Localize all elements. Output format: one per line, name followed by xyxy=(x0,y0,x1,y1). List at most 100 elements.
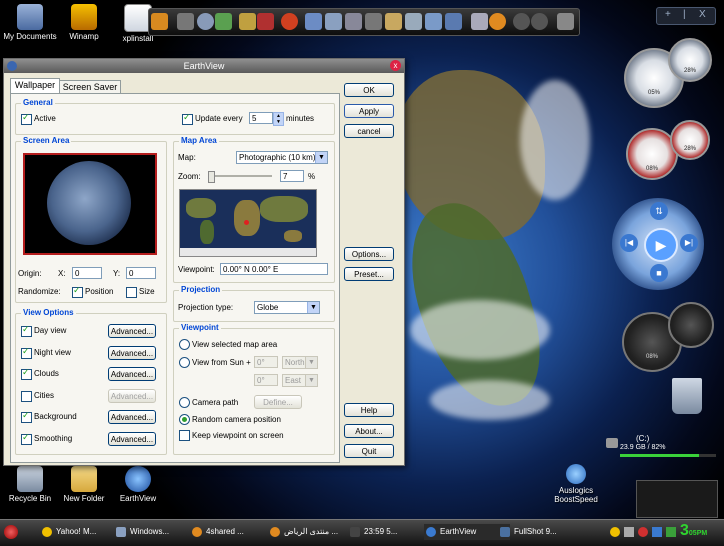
taskbar-item-forum[interactable]: منتدى الرياض ... xyxy=(268,524,360,540)
dock-film-icon[interactable] xyxy=(177,13,194,30)
taskbar-clock[interactable]: 305PM xyxy=(680,522,707,540)
taskbar-item-media[interactable]: 23:59 5... xyxy=(348,524,436,540)
dock-screen-icon[interactable] xyxy=(471,13,488,30)
dock-folder-icon[interactable] xyxy=(385,13,402,30)
recycle-bin-gadget[interactable] xyxy=(672,378,702,414)
origin-x-input[interactable]: 0 xyxy=(72,267,102,279)
cancel-button[interactable]: cancel xyxy=(344,124,394,138)
dock-grid-icon[interactable] xyxy=(445,13,462,30)
dock-tools-icon[interactable] xyxy=(365,13,382,30)
projection-type-select[interactable]: Globe ▼ xyxy=(254,301,320,314)
smoothing-advanced-button[interactable]: Advanced... xyxy=(108,432,156,446)
help-button[interactable]: Help xyxy=(344,403,394,417)
tray-network-icon[interactable] xyxy=(652,527,662,537)
world-map[interactable] xyxy=(179,189,317,257)
randomize-position-checkbox[interactable] xyxy=(72,285,83,298)
tab-screen-saver[interactable]: Screen Saver xyxy=(59,80,121,94)
day-view-checkbox[interactable] xyxy=(21,324,32,337)
desktop-icon-winamp[interactable]: Winamp xyxy=(54,4,114,41)
desktop-icon-earthview[interactable]: EarthView xyxy=(108,466,168,503)
taskbar-item-windows[interactable]: Windows... xyxy=(114,524,200,540)
define-camera-path-button[interactable]: Define... xyxy=(254,395,302,409)
dock-power-icon[interactable] xyxy=(513,13,530,30)
add-gadget-button[interactable]: + xyxy=(665,9,671,20)
apply-button[interactable]: Apply xyxy=(344,104,394,118)
smoothing-checkbox[interactable] xyxy=(21,432,32,445)
tray-app-icon[interactable] xyxy=(666,527,676,537)
shuffle-icon[interactable]: ⇅ xyxy=(650,202,668,220)
preset-button[interactable]: Preset... xyxy=(344,267,394,281)
desktop-icon-auslogics[interactable]: Auslogics BoostSpeed xyxy=(546,464,606,504)
sun-latitude-direction-select[interactable]: North ▼ xyxy=(282,356,318,369)
view-selected-radio[interactable] xyxy=(179,339,190,350)
clouds-advanced-button[interactable]: Advanced... xyxy=(108,367,156,381)
drive-info: 23.9 GB / 82% xyxy=(620,444,666,451)
about-button[interactable]: About... xyxy=(344,424,394,438)
ok-button[interactable]: OK xyxy=(344,83,394,97)
sun-latitude-input[interactable]: 0° xyxy=(254,356,278,368)
dock-cd-icon[interactable] xyxy=(281,13,298,30)
origin-y-input[interactable]: 0 xyxy=(126,267,156,279)
zoom-slider-track[interactable] xyxy=(208,171,272,183)
cities-checkbox[interactable] xyxy=(21,391,32,402)
dock-photo-icon[interactable] xyxy=(215,13,232,30)
dock-arrow-icon[interactable] xyxy=(151,13,168,30)
sun-longitude-direction-select[interactable]: East ▼ xyxy=(282,374,318,387)
night-view-checkbox[interactable] xyxy=(21,346,32,359)
night-view-advanced-button[interactable]: Advanced... xyxy=(108,346,156,360)
zoom-input[interactable]: 7 xyxy=(280,170,304,182)
close-button[interactable]: x xyxy=(390,60,401,71)
dock-settings-icon[interactable] xyxy=(345,13,362,30)
start-button[interactable] xyxy=(4,525,18,539)
desktop-icon-recycle-bin[interactable]: Recycle Bin xyxy=(0,466,60,503)
taskbar-item-4shared[interactable]: 4shared ... xyxy=(190,524,280,540)
tab-wallpaper[interactable]: Wallpaper xyxy=(10,78,60,94)
dock-trash-icon[interactable] xyxy=(557,13,574,30)
play-icon[interactable]: ▶ xyxy=(644,228,678,262)
desktop-icon-label: New Folder xyxy=(63,494,105,503)
random-camera-radio[interactable] xyxy=(179,414,190,425)
options-button[interactable]: Options... xyxy=(344,247,394,261)
dock-clock-icon[interactable] xyxy=(197,13,214,30)
stop-icon[interactable]: ■ xyxy=(650,264,668,282)
desktop-icon-new-folder[interactable]: New Folder xyxy=(54,466,114,503)
dock-volume-icon[interactable] xyxy=(531,13,548,30)
zoom-slider-thumb[interactable] xyxy=(208,171,215,183)
tray-messenger-icon[interactable] xyxy=(610,527,620,537)
view-from-sun-radio[interactable] xyxy=(179,357,190,368)
next-icon[interactable]: ▶| xyxy=(680,234,698,252)
camera-path-radio[interactable] xyxy=(179,397,190,408)
tray-shield-icon[interactable] xyxy=(638,527,648,537)
day-view-advanced-button[interactable]: Advanced... xyxy=(108,324,156,338)
map-select[interactable]: Photographic (10 km) ▼ xyxy=(236,151,328,164)
viewpoint-input[interactable]: 0.00° N 0.00° E xyxy=(220,263,328,275)
position-label: Position xyxy=(85,287,114,296)
cities-advanced-button[interactable]: Advanced... xyxy=(108,389,156,403)
background-advanced-button[interactable]: Advanced... xyxy=(108,410,156,424)
randomize-size-checkbox[interactable] xyxy=(126,287,137,298)
chevron-down-icon: ▼ xyxy=(305,375,317,386)
update-every-checkbox[interactable] xyxy=(182,112,193,125)
sun-longitude-input[interactable]: 0° xyxy=(254,374,278,386)
earth-cloud xyxy=(410,300,550,360)
dock-network-icon[interactable] xyxy=(305,13,322,30)
dock-paint-icon[interactable] xyxy=(239,13,256,30)
clouds-checkbox[interactable] xyxy=(21,367,32,380)
update-interval-input[interactable]: 5 xyxy=(249,112,273,124)
dock-firefox-icon[interactable] xyxy=(489,13,506,30)
title-bar[interactable]: EarthView x xyxy=(4,59,404,73)
dock-book-icon[interactable] xyxy=(257,13,274,30)
dock-computer-icon[interactable] xyxy=(325,13,342,30)
quit-button[interactable]: Quit xyxy=(344,444,394,458)
dock-monitor-icon[interactable] xyxy=(425,13,442,30)
desktop-icon-my-documents[interactable]: My Documents xyxy=(0,4,60,41)
dock-window-icon[interactable] xyxy=(405,13,422,30)
tray-volume-icon[interactable] xyxy=(624,527,634,537)
background-checkbox[interactable] xyxy=(21,410,32,423)
close-sidebar-button[interactable]: X xyxy=(699,9,706,20)
active-checkbox[interactable] xyxy=(21,112,32,125)
update-interval-spinner[interactable]: ▲ ▼ xyxy=(273,112,284,126)
taskbar-item-fullshot[interactable]: FullShot 9... xyxy=(498,524,588,540)
previous-icon[interactable]: |◀ xyxy=(620,234,638,252)
keep-viewpoint-checkbox[interactable] xyxy=(179,430,190,441)
